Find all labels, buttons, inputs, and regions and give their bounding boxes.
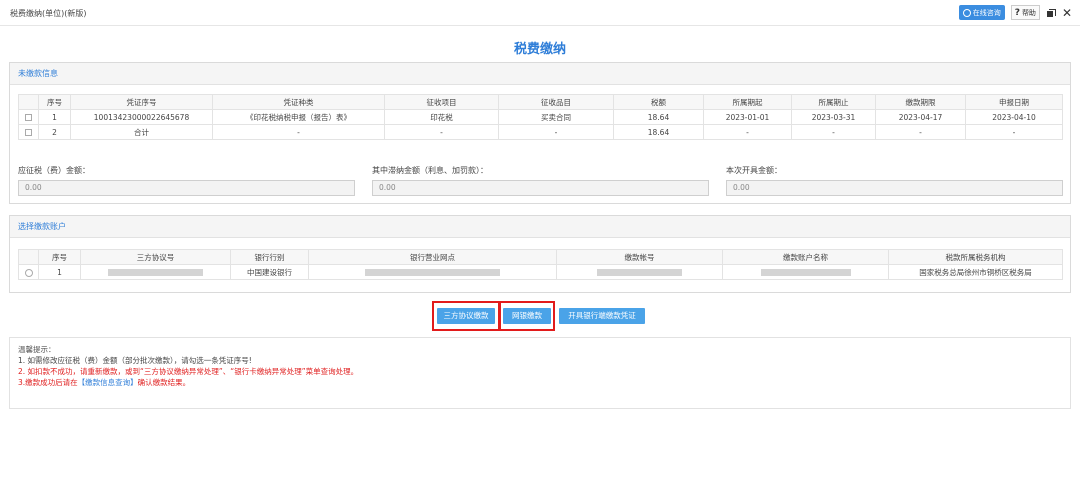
table-cell: 合计: [70, 124, 213, 140]
highlight-box: [499, 301, 555, 331]
redaction-bar: [597, 269, 682, 276]
help-label: 帮助: [1021, 8, 1036, 17]
table-cell: 买卖合同: [498, 109, 614, 125]
column-header: 申报日期: [965, 94, 1063, 110]
titlebar-actions: 在线咨询 ? 帮助 ✕: [958, 5, 1072, 20]
unpaid-table-header-row: 序号 凭证序号 凭证种类 征收项目 征收品目 税额 所属期起 所属期止 缴款期限…: [18, 94, 1063, 110]
table-cell: 2023-04-10: [965, 109, 1063, 125]
table-cell: 印花税: [384, 109, 499, 125]
table-cell: -: [965, 124, 1063, 140]
column-header: 税款所属税务机构: [888, 249, 1063, 265]
tips-line-3-start: 3.缴款成功后请在: [18, 378, 78, 387]
unpaid-table: 序号 凭证序号 凭证种类 征收项目 征收品目 税额 所属期起 所属期止 缴款期限…: [18, 94, 1063, 140]
issue-amount-field[interactable]: 0.00: [726, 180, 1063, 196]
redaction-bar: [760, 269, 851, 276]
table-row[interactable]: 1 10013423000022645678 《印花税纳税申报（报告）表》 印花…: [18, 109, 1063, 125]
row-radio[interactable]: [24, 268, 33, 277]
issue-amount-label: 本次开具金额：: [726, 166, 782, 175]
online-consult-button[interactable]: 在线咨询: [958, 5, 1005, 20]
payment-account-header: 选择缴款账户: [10, 216, 1070, 238]
row-select-cell: [18, 124, 39, 140]
table-cell: 国家税务总局徐州市铜桥区税务局: [888, 264, 1063, 280]
masked-branch: [308, 264, 557, 280]
table-cell: 中国建设银行: [230, 264, 309, 280]
account-table: 序号 三方协议号 银行行别 银行营业网点 缴款帐号 缴款账户名称 税款所属税务机…: [18, 249, 1063, 280]
redaction-bar: [108, 269, 203, 276]
column-header: 凭证种类: [212, 94, 385, 110]
column-header: 征收项目: [384, 94, 499, 110]
masked-account-name: [722, 264, 889, 280]
table-cell: -: [498, 124, 614, 140]
select-column-header: [18, 249, 39, 265]
row-select-cell: [18, 109, 39, 125]
select-column-header: [18, 94, 39, 110]
table-cell: 2023-01-01: [703, 109, 792, 125]
row-select-cell: [18, 264, 39, 280]
column-header: 序号: [38, 249, 81, 265]
table-cell: 2023-03-31: [791, 109, 876, 125]
table-cell: -: [384, 124, 499, 140]
table-cell: 10013423000022645678: [70, 109, 213, 125]
bank-voucher-button[interactable]: 开具银行端缴款凭证: [559, 308, 645, 324]
window-title: 税费缴纳(单位)(新版): [10, 9, 87, 18]
table-cell: 《印花税纳税申报（报告）表》: [212, 109, 385, 125]
table-cell: 18.64: [613, 124, 704, 140]
row-checkbox[interactable]: [25, 129, 32, 136]
table-cell: 2: [38, 124, 71, 140]
column-header: 序号: [38, 94, 71, 110]
table-row-total[interactable]: 2 合计 - - - 18.64 - - - -: [18, 124, 1063, 140]
column-header: 银行营业网点: [308, 249, 557, 265]
refresh-icon: [962, 8, 971, 17]
column-header: 凭证序号: [70, 94, 213, 110]
redaction-bar: [365, 269, 500, 276]
help-button[interactable]: ? 帮助: [1010, 5, 1040, 20]
tips-panel: 温馨提示： 1. 如需修改应征税（费）金额（部分批次缴款），请勾选一条凭证序号!…: [9, 337, 1071, 409]
highlight-box: [432, 301, 500, 331]
payable-amount-label: 应征税（费）金额：: [18, 166, 90, 175]
column-header: 三方协议号: [80, 249, 231, 265]
column-header: 所属期止: [791, 94, 876, 110]
unpaid-info-header: 未缴款信息: [10, 63, 1070, 85]
unpaid-info-panel: 未缴款信息 序号 凭证序号 凭证种类 征收项目 征收品目 税额 所属期起 所属期…: [9, 62, 1071, 204]
tips-title: 温馨提示：: [18, 345, 56, 354]
table-cell: -: [875, 124, 966, 140]
table-cell: -: [791, 124, 876, 140]
tips-line-1: 1. 如需修改应征税（费）金额（部分批次缴款），请勾选一条凭证序号!: [18, 356, 252, 365]
window-titlebar: 税费缴纳(单位)(新版) 在线咨询 ? 帮助 ✕: [0, 0, 1080, 26]
column-header: 缴款账户名称: [722, 249, 889, 265]
column-header: 银行行别: [230, 249, 309, 265]
table-cell: 18.64: [613, 109, 704, 125]
account-table-header-row: 序号 三方协议号 银行行别 银行营业网点 缴款帐号 缴款账户名称 税款所属税务机…: [18, 249, 1063, 265]
payment-query-link[interactable]: 【缴款信息查询】: [78, 378, 138, 387]
late-fee-label: 其中滞纳金额（利息、加罚款）：: [372, 166, 488, 175]
page-title: 税费缴纳: [513, 42, 566, 57]
table-row[interactable]: 1 中国建设银行 国家税务总局徐州市铜桥区税务局: [18, 264, 1063, 280]
late-fee-field[interactable]: 0.00: [372, 180, 709, 196]
payable-amount-field[interactable]: 0.00: [18, 180, 355, 196]
column-header: 所属期起: [703, 94, 792, 110]
column-header: 征收品目: [498, 94, 614, 110]
tips-line-2: 2. 如扣款不成功，请重新缴款，或到“三方协议缴纳异常处理”、“银行卡缴纳异常处…: [18, 367, 359, 376]
close-icon[interactable]: ✕: [1062, 7, 1072, 19]
tips-line-3-end: 确认缴款结果。: [137, 378, 191, 387]
question-icon: ?: [1014, 7, 1020, 18]
table-cell: 2023-04-17: [875, 109, 966, 125]
payment-account-panel: 选择缴款账户 序号 三方协议号 银行行别 银行营业网点 缴款帐号 缴款账户名称 …: [9, 215, 1071, 293]
masked-account-no: [556, 264, 723, 280]
masked-agreement-no: [80, 264, 231, 280]
tips-line-3: 3.缴款成功后请在【缴款信息查询】确认缴款结果。: [18, 377, 1062, 388]
table-cell: 1: [38, 109, 71, 125]
online-consult-label: 在线咨询: [972, 8, 1001, 17]
row-checkbox[interactable]: [25, 114, 32, 121]
column-header: 税额: [613, 94, 704, 110]
column-header: 缴款期限: [875, 94, 966, 110]
table-cell: -: [212, 124, 385, 140]
column-header: 缴款帐号: [556, 249, 723, 265]
table-cell: -: [703, 124, 792, 140]
table-cell: 1: [38, 264, 81, 280]
restore-window-icon[interactable]: [1046, 8, 1056, 18]
